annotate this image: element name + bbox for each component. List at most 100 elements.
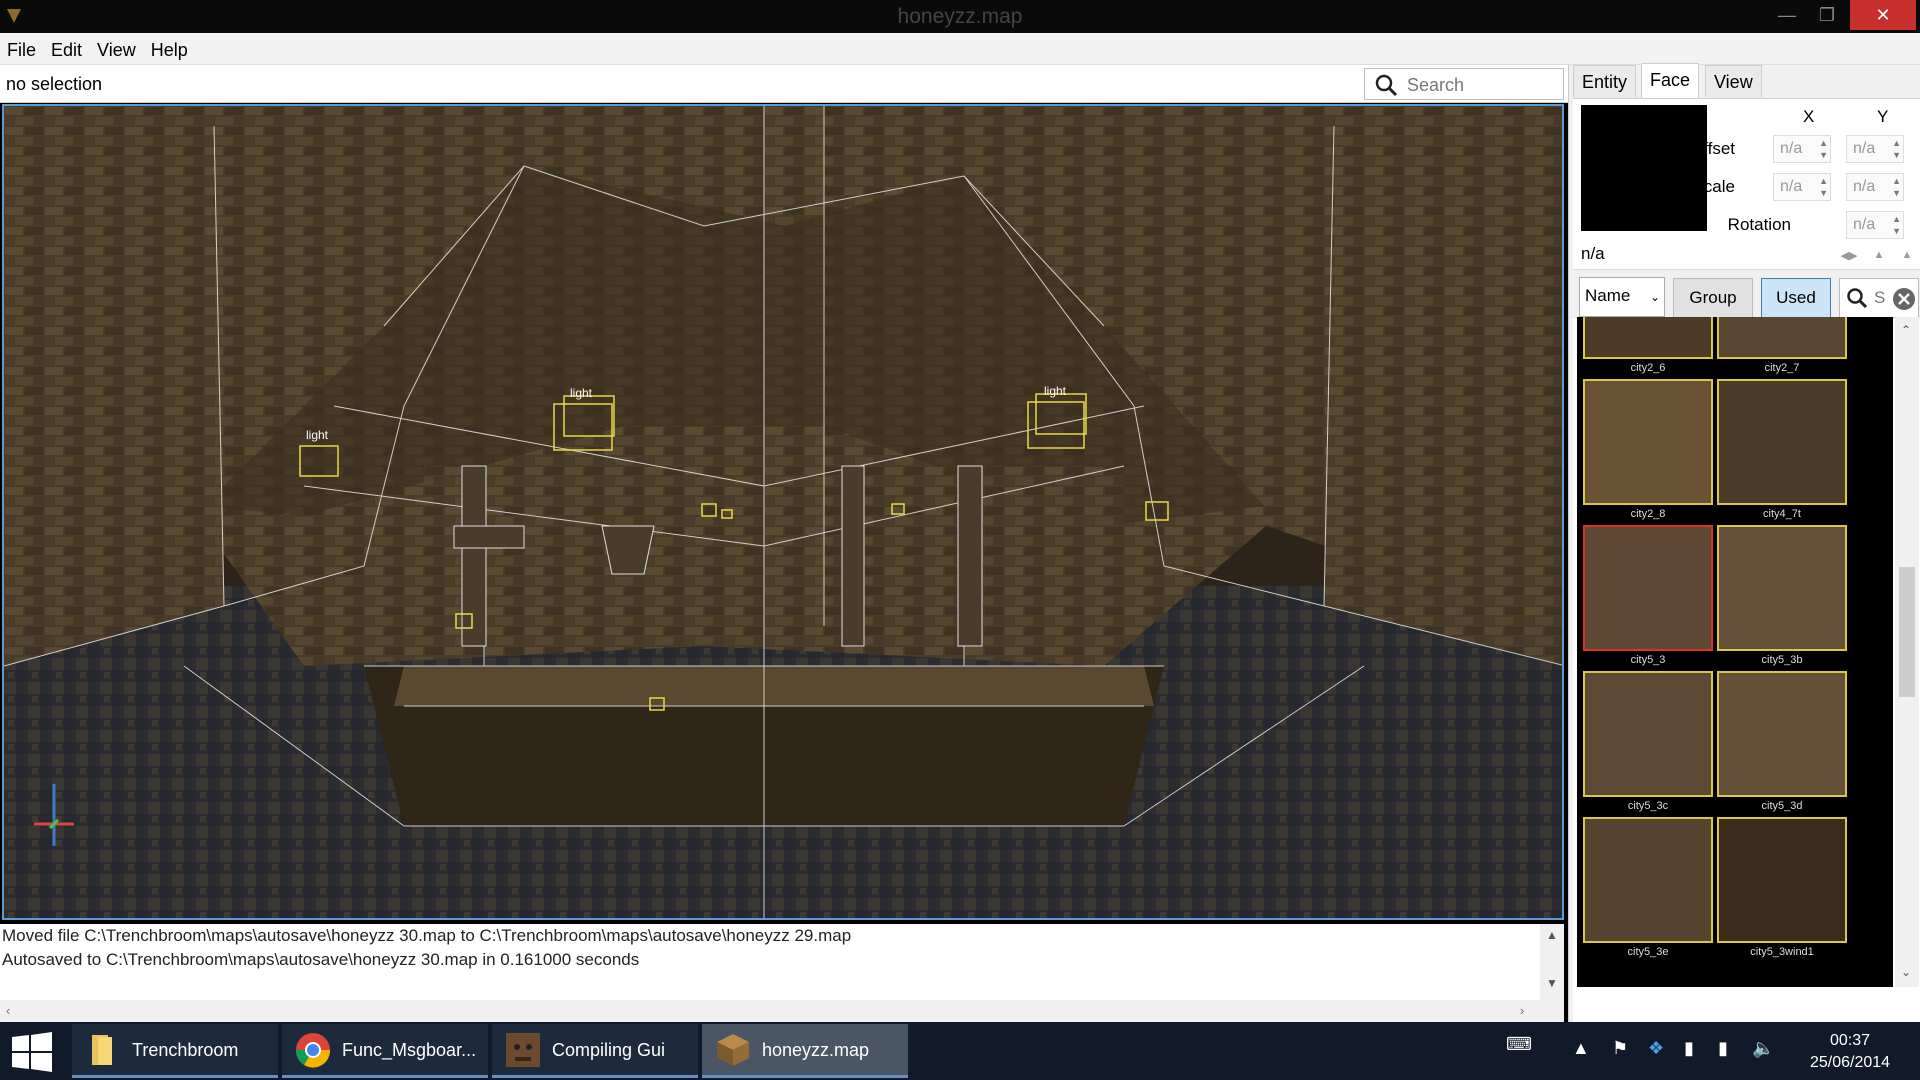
column-y-header: Y [1877, 107, 1889, 126]
texture-tile[interactable]: city5_3wind1 [1717, 817, 1847, 958]
texture-swatch [1583, 817, 1713, 943]
scale-y-stepper[interactable]: n/a ▲ ▼ [1846, 173, 1904, 201]
texture-search-input[interactable]: S [1839, 278, 1919, 318]
taskbar-item-chrome[interactable]: Func_Msgboar... [282, 1024, 488, 1078]
console-line: Autosaved to C:\Trenchbroom\maps\autosav… [2, 950, 640, 969]
volume-icon[interactable]: 🔈 [1752, 1038, 1774, 1059]
group-button[interactable]: Group [1673, 278, 1753, 318]
menu-edit[interactable]: Edit [44, 33, 90, 61]
rotation-stepper[interactable]: n/a ▲ ▼ [1846, 211, 1904, 239]
flag-icon[interactable]: ⚑ [1612, 1038, 1628, 1059]
texture-swatch [1583, 671, 1713, 797]
window-title-bar: honeyzz.map — ❐ ✕ [0, 0, 1920, 33]
keyboard-icon[interactable]: ⌨ [1506, 1034, 1532, 1055]
scale-x-stepper[interactable]: n/a ▲ ▼ [1773, 173, 1831, 201]
clock-date: 25/06/2014 [1809, 1054, 1891, 1071]
texture-tile[interactable]: city5_3d [1717, 671, 1847, 812]
offset-x-stepper[interactable]: n/a ▲ ▼ [1773, 135, 1831, 163]
texture-swatch [1717, 525, 1847, 651]
offset-label: Offset [1689, 139, 1735, 158]
texture-tile[interactable]: city2_8 [1583, 379, 1713, 520]
clock-time: 00:37 [1829, 1032, 1871, 1049]
scale-label: Scale [1692, 177, 1735, 196]
tab-face[interactable]: Face [1641, 63, 1700, 98]
folder-icon [92, 1035, 112, 1065]
scroll-down-icon[interactable]: ⌄ [1901, 965, 1911, 979]
trenchbroom-icon [717, 1034, 749, 1066]
app-icon [506, 1033, 540, 1067]
chevron-down-icon: ⌄ [1650, 290, 1661, 304]
texture-swatch [1717, 379, 1847, 505]
clock[interactable]: 00:37 25/06/2014 [1790, 1030, 1910, 1074]
sort-select[interactable]: Name ⌄ [1579, 277, 1665, 317]
light-entity-label[interactable]: light [570, 386, 592, 400]
signal-icon[interactable]: ▮ [1718, 1038, 1728, 1059]
scroll-up-icon[interactable]: ⌃ [1901, 323, 1911, 337]
texture-swatch [1583, 525, 1713, 651]
texture-scrollbar[interactable]: ⌃ ⌄ [1895, 317, 1919, 987]
column-x-header: X [1803, 107, 1815, 126]
inspector-panel: Entity Face View n/a X Y Offset Scale Ro… [1568, 63, 1920, 1022]
taskbar: Trenchbroom Func_Msgboar... Compiling Gu… [0, 1022, 1920, 1080]
flip-horizontal-icon[interactable]: ◀▶ [1839, 249, 1859, 267]
taskbar-item-compiling-gui[interactable]: Compiling Gui [492, 1024, 698, 1078]
texture-browser-toolbar: Name ⌄ Group Used S [1573, 269, 1920, 319]
texture-tile[interactable]: city2_6 [1583, 317, 1713, 374]
texture-tile[interactable]: city5_3 [1583, 525, 1713, 666]
light-entity-label[interactable]: light [306, 428, 328, 442]
console-line: Moved file C:\Trenchbroom\maps\autosave\… [2, 926, 852, 945]
battery-icon[interactable]: ▮ [1684, 1038, 1694, 1059]
chrome-icon [295, 1033, 331, 1068]
texture-tile[interactable]: city5_3b [1717, 525, 1847, 666]
search-input[interactable]: Search [1364, 68, 1564, 100]
texture-swatch [1717, 671, 1847, 797]
texture-swatch [1583, 379, 1713, 505]
menu-view[interactable]: View [90, 33, 144, 61]
windows-start-icon[interactable] [10, 1032, 54, 1072]
menu-help[interactable]: Help [144, 33, 196, 61]
selection-bar: no selection Search [0, 65, 1570, 103]
console-horizontal-scrollbar[interactable]: ‹ › [0, 1000, 1564, 1022]
texture-swatch [1717, 317, 1847, 359]
menu-bar: File Edit View Help [0, 33, 1920, 65]
scroll-down-icon[interactable]: ▼ [1546, 976, 1558, 990]
reset-texture-icon[interactable]: ▲ [1897, 249, 1917, 267]
scroll-right-icon[interactable]: › [1520, 1003, 1524, 1018]
search-placeholder: Search [1407, 75, 1465, 95]
tray-expand-icon[interactable]: ▲ [1572, 1038, 1590, 1059]
search-icon [1375, 74, 1398, 97]
texture-tile[interactable]: city5_3c [1583, 671, 1713, 812]
maximize-button[interactable]: ❐ [1804, 0, 1850, 30]
3d-viewport[interactable]: light light light [2, 104, 1564, 920]
console-scrollbar[interactable]: ▲ ▼ [1540, 924, 1564, 1000]
scrollbar-thumb[interactable] [1899, 567, 1915, 697]
close-button[interactable]: ✕ [1850, 0, 1916, 30]
window-title: honeyzz.map [897, 5, 1023, 28]
texture-grid: city2_6 city2_7 city2_8 city4_7t city5_3… [1577, 317, 1893, 987]
scroll-left-icon[interactable]: ‹ [6, 1003, 10, 1018]
clear-search-icon[interactable] [1892, 287, 1916, 311]
texture-tile[interactable]: city4_7t [1717, 379, 1847, 520]
texture-tile[interactable]: city5_3e [1583, 817, 1713, 958]
search-icon [1847, 288, 1868, 309]
face-inspector: n/a X Y Offset Scale Rotation n/a ▲ ▼ n/a ▲… [1573, 98, 1920, 1022]
used-button[interactable]: Used [1761, 278, 1831, 318]
menu-file[interactable]: File [0, 33, 44, 61]
rotation-label: Rotation [1727, 215, 1791, 234]
taskbar-item-trenchbroom-folder[interactable]: Trenchbroom [72, 1024, 278, 1078]
light-entity-label[interactable]: light [1044, 384, 1066, 398]
offset-y-stepper[interactable]: n/a ▲ ▼ [1846, 135, 1904, 163]
texture-preview [1581, 105, 1707, 231]
tab-entity[interactable]: Entity [1573, 65, 1637, 97]
map-scene [4, 106, 1562, 918]
texture-swatch [1717, 817, 1847, 943]
flip-vertical-icon[interactable]: ▲ [1869, 249, 1889, 267]
dropbox-icon[interactable]: ❖ [1648, 1038, 1664, 1059]
texture-swatch [1583, 317, 1713, 359]
texture-name: n/a [1581, 244, 1605, 263]
taskbar-item-honeyzz-map[interactable]: honeyzz.map [702, 1024, 908, 1078]
texture-tile[interactable]: city2_7 [1717, 317, 1847, 374]
scroll-up-icon[interactable]: ▲ [1546, 928, 1558, 942]
tab-view[interactable]: View [1705, 65, 1762, 97]
selection-status: no selection [6, 74, 103, 94]
